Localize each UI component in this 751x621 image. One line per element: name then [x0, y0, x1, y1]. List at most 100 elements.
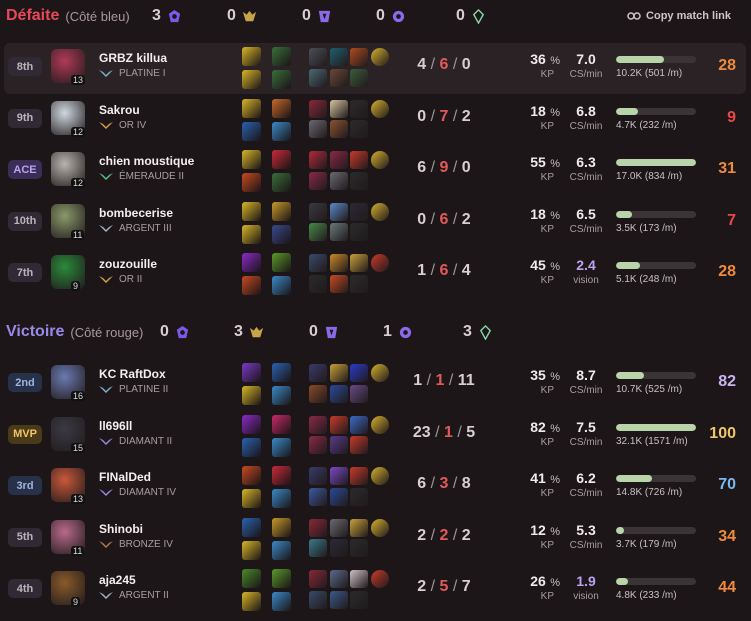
item-icon[interactable]	[309, 570, 327, 588]
summoner-spell-icon[interactable]	[242, 253, 261, 272]
item-icon[interactable]	[309, 436, 327, 454]
trinket-icon[interactable]	[370, 202, 389, 221]
item-icon[interactable]	[309, 487, 327, 506]
item-icon[interactable]	[309, 384, 327, 403]
item-icon[interactable]	[329, 99, 348, 118]
summoner-spell-icon[interactable]	[242, 437, 261, 457]
rune-icon[interactable]	[272, 592, 291, 611]
player-row[interactable]: 2nd 16 KC RaftDox PLATINE II 1 / 1 / 11 35 % K…	[4, 359, 746, 410]
item-icon[interactable]	[309, 151, 327, 169]
rune-icon[interactable]	[272, 540, 291, 560]
item-icon[interactable]	[350, 364, 368, 382]
player-name[interactable]: Sakrou	[99, 103, 140, 117]
trinket-icon[interactable]	[370, 48, 389, 66]
summoner-spell-icon[interactable]	[242, 540, 261, 560]
item-icon[interactable]	[329, 151, 348, 169]
summoner-spell-icon[interactable]	[242, 173, 261, 192]
player-row[interactable]: 3rd 13 FINalDed DIAMANT IV 6 / 3 / 8 41 % KP 6.…	[4, 462, 746, 513]
item-icon[interactable]	[350, 151, 368, 169]
item-icon[interactable]	[309, 590, 327, 609]
summoner-spell-icon[interactable]	[242, 517, 261, 537]
rune-icon[interactable]	[272, 466, 291, 485]
summoner-spell-icon[interactable]	[242, 466, 261, 485]
rune-icon[interactable]	[272, 414, 291, 434]
item-icon[interactable]	[329, 254, 348, 272]
summoner-spell-icon[interactable]	[242, 201, 261, 221]
item-icon[interactable]	[309, 518, 327, 537]
item-icon[interactable]	[350, 202, 368, 221]
player-row[interactable]: 9th 12 Sakrou OR IV 0 / 7 / 2 18 % KP 6.8 CS/min…	[4, 95, 746, 146]
item-icon[interactable]	[329, 384, 348, 403]
item-icon[interactable]	[350, 518, 368, 537]
item-icon[interactable]	[329, 274, 348, 293]
item-icon[interactable]	[329, 415, 348, 434]
item-icon[interactable]	[350, 68, 368, 87]
item-icon[interactable]	[309, 223, 327, 241]
trinket-icon[interactable]	[370, 570, 389, 588]
item-icon[interactable]	[309, 171, 327, 190]
item-icon[interactable]	[350, 539, 368, 557]
rune-icon[interactable]	[272, 276, 291, 295]
item-icon[interactable]	[309, 274, 327, 293]
player-row[interactable]: 4th 9 aja245 ARGENT II 2 / 5 / 7 26 % KP 1.9 vis…	[4, 565, 746, 616]
item-icon[interactable]	[350, 254, 368, 272]
player-name[interactable]: zouzouille	[99, 257, 157, 271]
player-name[interactable]: KC RaftDox	[99, 367, 166, 381]
player-name[interactable]: aja245	[99, 573, 136, 587]
item-icon[interactable]	[350, 120, 368, 138]
summoner-spell-icon[interactable]	[242, 150, 261, 169]
player-row[interactable]: MVP 15 ll696ll DIAMANT II 23 / 1 / 5 82 % KP 7.…	[4, 411, 746, 462]
item-icon[interactable]	[350, 436, 368, 454]
item-icon[interactable]	[329, 68, 348, 87]
rune-icon[interactable]	[272, 489, 291, 508]
rune-icon[interactable]	[272, 173, 291, 192]
rune-icon[interactable]	[272, 201, 291, 221]
player-name[interactable]: Shinobi	[99, 522, 143, 536]
rune-icon[interactable]	[272, 121, 291, 141]
rune-icon[interactable]	[272, 363, 291, 382]
player-name[interactable]: FINalDed	[99, 470, 151, 484]
rune-icon[interactable]	[272, 98, 291, 118]
item-icon[interactable]	[329, 487, 348, 506]
summoner-spell-icon[interactable]	[242, 276, 261, 295]
player-name[interactable]: GRBZ killua	[99, 51, 167, 65]
item-icon[interactable]	[350, 570, 368, 588]
rune-icon[interactable]	[272, 224, 291, 244]
player-name[interactable]: ll696ll	[99, 419, 132, 433]
item-icon[interactable]	[329, 202, 348, 221]
item-icon[interactable]	[309, 254, 327, 272]
rune-icon[interactable]	[272, 386, 291, 405]
summoner-spell-icon[interactable]	[242, 386, 261, 405]
item-icon[interactable]	[309, 364, 327, 382]
item-icon[interactable]	[350, 274, 368, 293]
item-icon[interactable]	[350, 48, 368, 66]
item-icon[interactable]	[309, 202, 327, 221]
item-icon[interactable]	[329, 223, 348, 241]
item-icon[interactable]	[309, 467, 327, 485]
player-row[interactable]: 8th 13 GRBZ killua PLATINE I 4 / 6 / 0 36 % KP…	[4, 43, 746, 94]
item-icon[interactable]	[309, 120, 327, 138]
item-icon[interactable]	[329, 364, 348, 382]
summoner-spell-icon[interactable]	[242, 98, 261, 118]
item-icon[interactable]	[350, 590, 368, 609]
rune-icon[interactable]	[272, 517, 291, 537]
rune-icon[interactable]	[272, 150, 291, 169]
item-icon[interactable]	[329, 590, 348, 609]
trinket-icon[interactable]	[370, 99, 389, 118]
player-name[interactable]: bombecerise	[99, 206, 173, 220]
player-name[interactable]: chien moustique	[99, 154, 194, 168]
item-icon[interactable]	[329, 171, 348, 190]
item-icon[interactable]	[350, 487, 368, 506]
summoner-spell-icon[interactable]	[242, 592, 261, 611]
rune-icon[interactable]	[272, 437, 291, 457]
item-icon[interactable]	[329, 467, 348, 485]
summoner-spell-icon[interactable]	[242, 224, 261, 244]
item-icon[interactable]	[309, 99, 327, 118]
item-icon[interactable]	[350, 223, 368, 241]
item-icon[interactable]	[350, 99, 368, 118]
item-icon[interactable]	[309, 539, 327, 557]
item-icon[interactable]	[329, 518, 348, 537]
item-icon[interactable]	[350, 171, 368, 190]
summoner-spell-icon[interactable]	[242, 70, 261, 89]
player-row[interactable]: ACE 12 chien moustique ÉMERAUDE II 6 / 9 / 0…	[4, 146, 746, 197]
